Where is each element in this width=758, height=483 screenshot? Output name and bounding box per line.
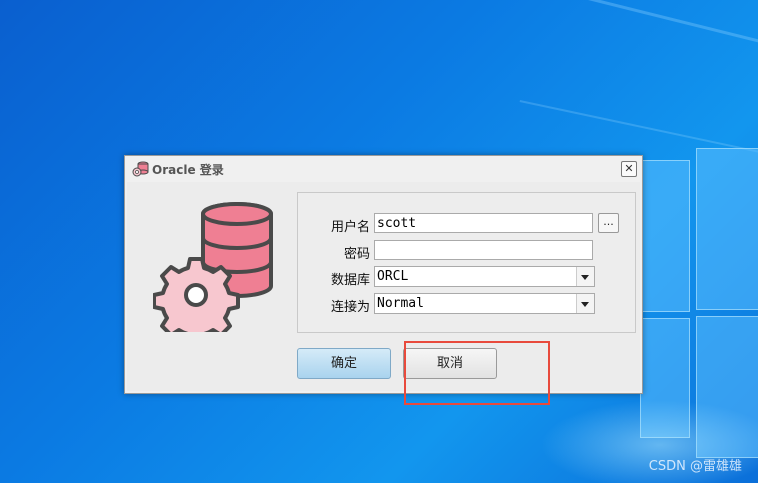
dialog-body: 用户名 scott ... 密码 数据库 ORCL 连接为 Normal 确定 … bbox=[127, 182, 640, 391]
connect-as-value: Normal bbox=[377, 296, 424, 311]
chevron-down-icon[interactable] bbox=[576, 294, 594, 313]
chevron-down-icon[interactable] bbox=[576, 267, 594, 286]
username-row: 用户名 scott ... bbox=[298, 213, 637, 235]
database-value: ORCL bbox=[377, 269, 409, 284]
database-row: 数据库 ORCL bbox=[298, 266, 637, 288]
password-row: 密码 bbox=[298, 240, 637, 262]
database-select[interactable]: ORCL bbox=[374, 266, 595, 287]
watermark: CSDN @雷雄雄 bbox=[648, 459, 742, 474]
database-gear-icon bbox=[153, 202, 273, 332]
password-input[interactable] bbox=[374, 240, 593, 260]
ok-button[interactable]: 确定 bbox=[297, 348, 391, 379]
dialog-title: Oracle 登录 bbox=[152, 163, 224, 177]
database-label: 数据库 bbox=[330, 273, 370, 288]
oracle-login-dialog: Oracle 登录 ✕ 用户名 scott ... 密码 数据库 ORCL 连接… bbox=[124, 155, 643, 394]
annotation-highlight-box bbox=[404, 341, 550, 405]
database-gear-icon bbox=[132, 161, 149, 177]
connect-as-row: 连接为 Normal bbox=[298, 293, 637, 315]
light-beam bbox=[439, 0, 758, 65]
username-label: 用户名 bbox=[330, 220, 370, 235]
connect-as-label: 连接为 bbox=[330, 300, 370, 315]
password-label: 密码 bbox=[343, 247, 370, 262]
title-bar[interactable]: Oracle 登录 ✕ bbox=[125, 156, 642, 182]
close-button[interactable]: ✕ bbox=[621, 161, 637, 177]
windows-logo-pane bbox=[696, 148, 758, 310]
username-input[interactable]: scott bbox=[374, 213, 593, 233]
browse-username-button[interactable]: ... bbox=[598, 213, 619, 233]
windows-logo-pane bbox=[640, 160, 690, 312]
connect-as-select[interactable]: Normal bbox=[374, 293, 595, 314]
login-fields-group: 用户名 scott ... 密码 数据库 ORCL 连接为 Normal bbox=[297, 192, 636, 333]
